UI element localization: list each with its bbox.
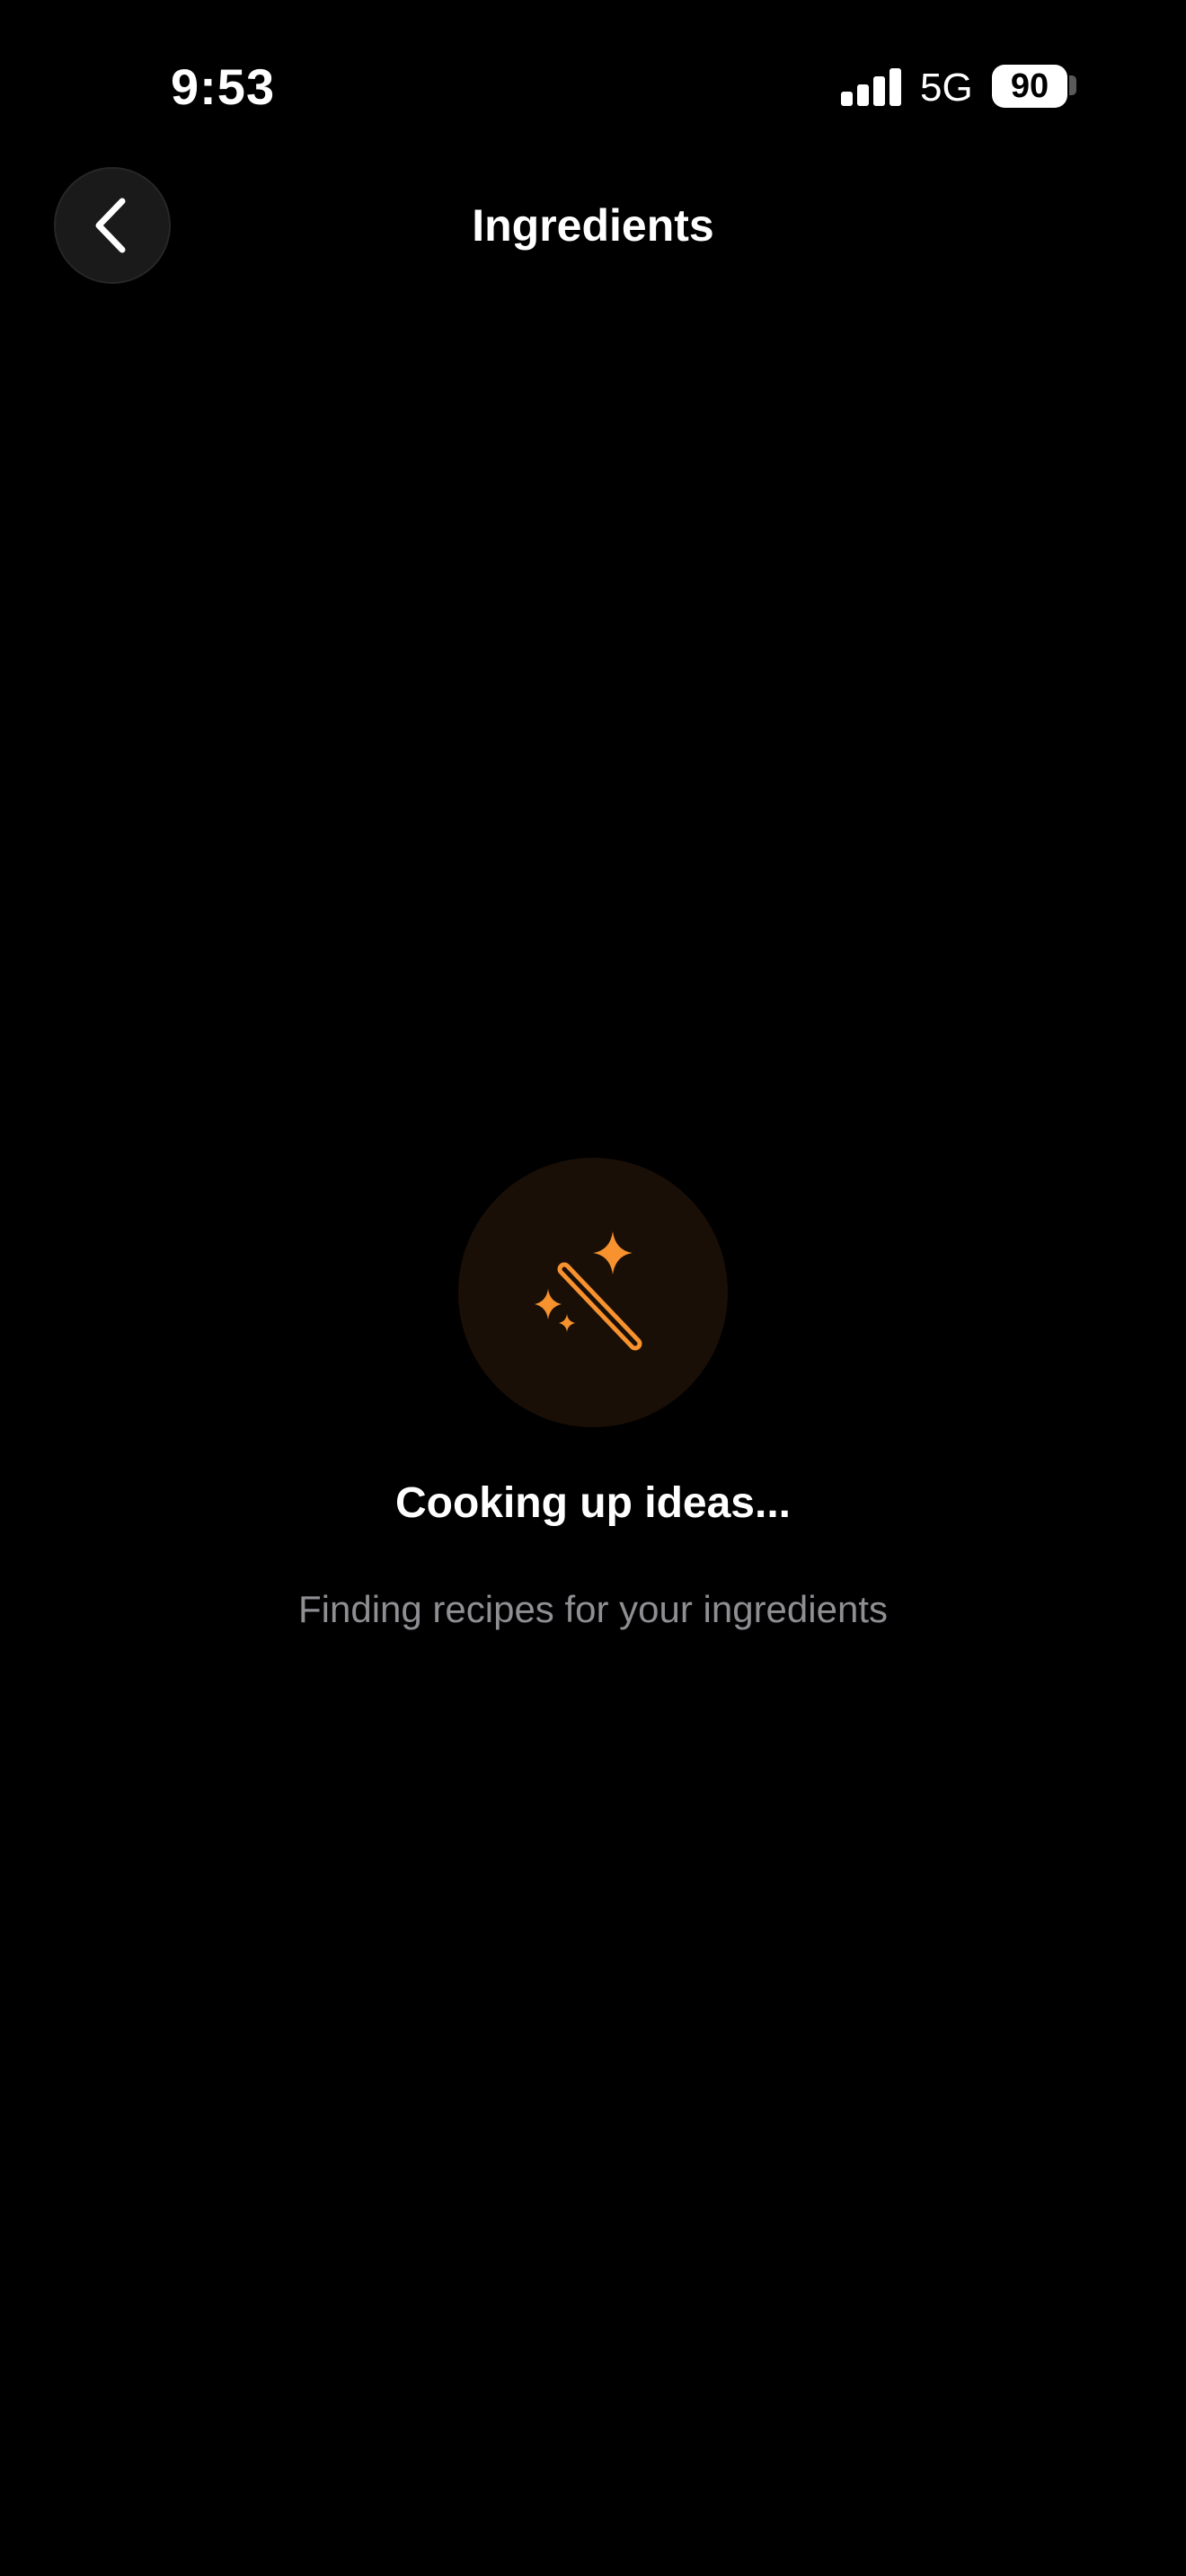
status-time: 9:53 [171,58,276,115]
battery-icon: 90 [992,65,1067,108]
loading-subtitle: Finding recipes for your ingredients [297,1588,888,1630]
page-title: Ingredients [472,200,714,251]
loading-title: Cooking up ideas... [394,1479,792,1527]
battery-level: 90 [1010,67,1049,105]
magic-wand-sparkles-icon [535,1231,642,1351]
network-type: 5G [920,66,973,110]
loading-icon-circle [458,1158,728,1427]
battery-tip [1069,75,1076,95]
signal-icon [841,66,902,106]
status-bar: 9:53 5G 90 [0,0,1186,171]
